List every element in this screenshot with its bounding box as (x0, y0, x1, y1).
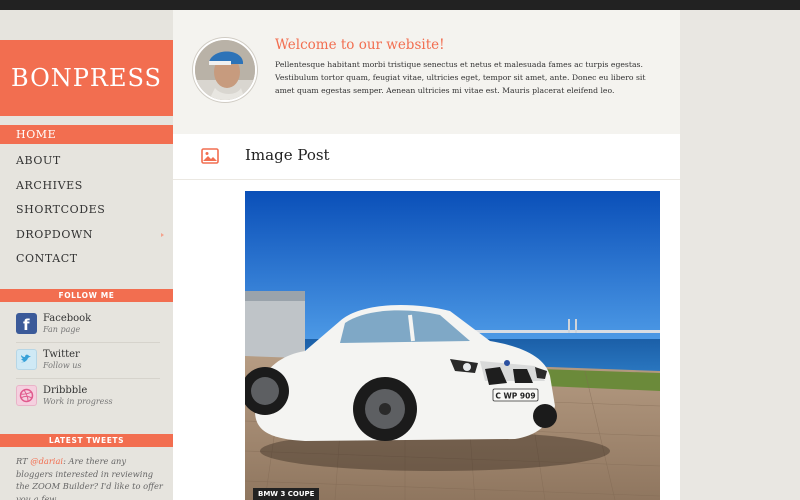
social-list: f Facebook Fan page Twitter Follow us Dr… (16, 307, 160, 415)
post-title[interactable]: Image Post (245, 146, 330, 164)
right-column (680, 10, 800, 500)
social-sub: Follow us (43, 361, 82, 370)
post-card: Image Post C WP 909 BMW 3 COUPE (173, 134, 680, 500)
twitter-icon (16, 349, 37, 370)
welcome-section: Welcome to our website! Pellentesque hab… (173, 10, 680, 134)
nav-item-home[interactable]: HOME (0, 125, 173, 144)
tweets-widget-title: LATEST TWEETS (0, 434, 173, 447)
social-sub: Work in progress (43, 397, 113, 406)
top-bar (0, 0, 800, 10)
tweet-rt: RT (16, 456, 31, 466)
license-plate: C WP 909 (495, 392, 535, 401)
svg-text:f: f (23, 316, 30, 334)
nav-item-shortcodes[interactable]: SHORTCODES (0, 198, 173, 223)
social-name: Facebook (43, 313, 92, 324)
nav-item-archives[interactable]: ARCHIVES (0, 174, 173, 199)
social-sub: Fan page (43, 325, 81, 334)
social-item-dribbble[interactable]: Dribbble Work in progress (16, 379, 160, 415)
follow-widget-title: FOLLOW ME (0, 289, 173, 302)
social-name: Twitter (43, 349, 80, 360)
social-name: Dribbble (43, 385, 88, 396)
nav-item-contact[interactable]: CONTACT (0, 247, 173, 272)
nav-item-label: SHORTCODES (16, 203, 106, 217)
nav-item-label: CONTACT (16, 252, 78, 266)
tweet-text: RT @dariai: Are there any bloggers inter… (16, 455, 164, 500)
avatar (193, 38, 257, 102)
sidebar: BONPRESS HOME ABOUT ARCHIVES SHORTCODES … (0, 10, 173, 500)
image-icon (201, 148, 219, 164)
site-logo[interactable]: BONPRESS (0, 40, 173, 116)
nav-item-label: HOME (16, 128, 57, 141)
nav-item-about[interactable]: ABOUT (0, 149, 173, 174)
image-caption: BMW 3 COUPE (253, 488, 320, 500)
facebook-icon: f (16, 313, 37, 334)
main-nav: HOME ABOUT ARCHIVES SHORTCODES DROPDOWN … (0, 125, 173, 272)
welcome-text: Pellentesque habitant morbi tristique se… (275, 60, 646, 96)
dropdown-arrow-icon (161, 232, 164, 237)
nav-item-label: ARCHIVES (16, 178, 83, 192)
nav-item-label: ABOUT (16, 154, 61, 167)
post-image-bmw[interactable]: C WP 909 BMW 3 COUPE (245, 191, 660, 500)
social-item-twitter[interactable]: Twitter Follow us (16, 343, 160, 379)
welcome-title: Welcome to our website! (275, 37, 445, 53)
post-header: Image Post (173, 134, 680, 180)
nav-item-dropdown[interactable]: DROPDOWN (0, 223, 173, 248)
main-content: Welcome to our website! Pellentesque hab… (173, 10, 680, 500)
tweet-mention-link[interactable]: @dariai (30, 456, 63, 466)
social-item-facebook[interactable]: f Facebook Fan page (16, 307, 160, 343)
nav-item-label: DROPDOWN (16, 227, 94, 241)
dribbble-icon (16, 385, 37, 406)
